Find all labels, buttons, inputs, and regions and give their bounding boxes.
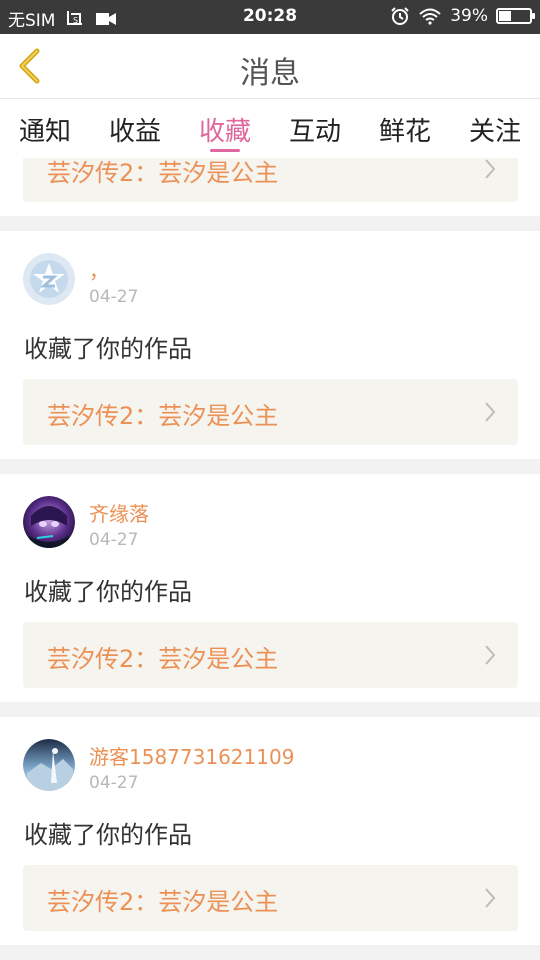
work-title: 芸汐传2：芸汐是公主 xyxy=(47,888,279,916)
default-avatar-icon xyxy=(23,253,75,305)
tab-favorites[interactable]: 收藏 xyxy=(180,99,270,158)
user-name[interactable]: 齐缘落 xyxy=(89,498,149,527)
anime-avatar-icon xyxy=(23,496,75,548)
tab-flowers[interactable]: 鲜花 xyxy=(360,99,450,158)
work-link[interactable]: 芸汐传2：芸汐是公主 xyxy=(23,865,518,931)
tab-earnings[interactable]: 收益 xyxy=(90,99,180,158)
avatar[interactable] xyxy=(23,739,75,791)
page-title: 消息 xyxy=(240,56,300,91)
battery-fill xyxy=(499,11,511,21)
chevron-right-icon xyxy=(485,159,496,179)
chevron-right-icon xyxy=(485,402,496,422)
work-title: 芸汐传2：芸汐是公主 xyxy=(47,645,279,673)
message-text: 收藏了你的作品 xyxy=(24,335,192,363)
list-item: ， 04-27 收藏了你的作品 芸汐传2：芸汐是公主 xyxy=(0,231,540,459)
user-name[interactable]: ， xyxy=(89,255,109,284)
tab-interactions[interactable]: 互动 xyxy=(270,99,360,158)
chevron-right-icon xyxy=(485,888,496,908)
battery-percent: 39% xyxy=(450,6,488,26)
work-link[interactable]: 芸汐传2：芸汐是公主 xyxy=(23,622,518,688)
list-item-partial: 芸汐传2：芸汐是公主 xyxy=(0,158,540,216)
scene-avatar-icon xyxy=(23,739,75,791)
avatar[interactable] xyxy=(23,496,75,548)
user-name[interactable]: 游客1587731621109 xyxy=(89,741,294,770)
list-item: 游客1587731621109 04-27 收藏了你的作品 芸汐传2：芸汐是公主 xyxy=(0,717,540,945)
timestamp: 04-27 xyxy=(89,530,139,550)
app-header: 消息 xyxy=(0,34,540,98)
message-list: 芸汐传2：芸汐是公主 ， 04-27 收藏了你的作品 芸汐传2：芸汐是公主 齐缘… xyxy=(0,158,540,960)
tab-follows[interactable]: 关注 xyxy=(450,99,540,158)
message-text: 收藏了你的作品 xyxy=(24,578,192,606)
tab-bar: 通知 收益 收藏 互动 鲜花 关注 xyxy=(0,98,540,158)
battery-icon xyxy=(496,8,535,24)
work-link[interactable]: 芸汐传2：芸汐是公主 xyxy=(23,379,518,445)
work-link[interactable]: 芸汐传2：芸汐是公主 xyxy=(23,158,518,202)
work-title: 芸汐传2：芸汐是公主 xyxy=(47,402,279,430)
work-title: 芸汐传2：芸汐是公主 xyxy=(47,159,279,187)
timestamp: 04-27 xyxy=(89,287,139,307)
avatar[interactable] xyxy=(23,253,75,305)
status-bar: 无SIM S 20:28 39% xyxy=(0,0,540,34)
wifi-icon xyxy=(419,8,441,25)
chevron-right-icon xyxy=(485,645,496,665)
message-text: 收藏了你的作品 xyxy=(24,821,192,849)
list-item: 齐缘落 04-27 收藏了你的作品 芸汐传2：芸汐是公主 xyxy=(0,474,540,702)
tab-notifications[interactable]: 通知 xyxy=(0,99,90,158)
alarm-icon xyxy=(391,7,409,25)
timestamp: 04-27 xyxy=(89,773,139,793)
